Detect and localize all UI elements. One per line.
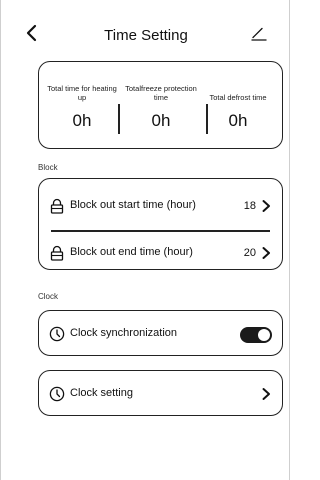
pencil-icon	[251, 27, 267, 41]
row-label: Clock setting	[70, 387, 133, 399]
stat-defrost: Total defrost time 0h	[198, 84, 278, 131]
stat-value: 0h	[151, 111, 171, 130]
stat-value: 0h	[72, 111, 92, 130]
chevron-right-icon	[262, 388, 270, 400]
row-value: 20	[243, 247, 256, 259]
row-divider	[51, 230, 270, 232]
stat-freeze-protection: Totalfreeze protection time 0h	[121, 84, 201, 131]
stat-heating-up: Total time for heating up 0h	[42, 84, 122, 131]
stat-divider	[118, 104, 120, 134]
row-label: Clock synchronization	[70, 327, 177, 339]
row-label: Block out end time (hour)	[70, 246, 193, 258]
block-start-time-row[interactable]: Block out start time (hour) 18	[39, 186, 282, 226]
section-label-clock: Clock	[38, 292, 59, 301]
toggle-knob	[258, 329, 270, 341]
clock-setting-row[interactable]: Clock setting	[39, 374, 282, 414]
section-label-block: Block	[38, 163, 58, 172]
stat-label: Totalfreeze protection time	[125, 84, 197, 102]
block-end-time-row[interactable]: Block out end time (hour) 20	[39, 233, 282, 273]
stat-value: 0h	[228, 111, 248, 130]
page-title: Time Setting	[104, 27, 188, 44]
time-stats-card: Total time for heating up 0h Totalfreeze…	[38, 61, 283, 149]
lock-icon	[50, 245, 64, 261]
stat-label: Total time for heating up	[47, 84, 117, 102]
lock-icon	[50, 198, 64, 214]
stat-label: Total defrost time	[209, 92, 267, 102]
chevron-right-icon	[262, 247, 270, 259]
clock-icon	[49, 386, 65, 402]
row-value: 18	[243, 200, 256, 212]
clock-setting-card: Clock setting	[38, 370, 283, 416]
chevron-right-icon	[262, 200, 270, 212]
clock-icon	[49, 326, 65, 342]
screen: Time Setting Total time for heating up 0…	[0, 0, 290, 480]
row-label: Block out start time (hour)	[70, 199, 196, 211]
header: Time Setting	[1, 0, 291, 64]
clock-sync-card: Clock synchronization	[38, 310, 283, 356]
clock-sync-toggle[interactable]	[240, 327, 272, 343]
edit-button[interactable]	[251, 25, 271, 47]
block-card: Block out start time (hour) 18 Block out…	[38, 178, 283, 270]
